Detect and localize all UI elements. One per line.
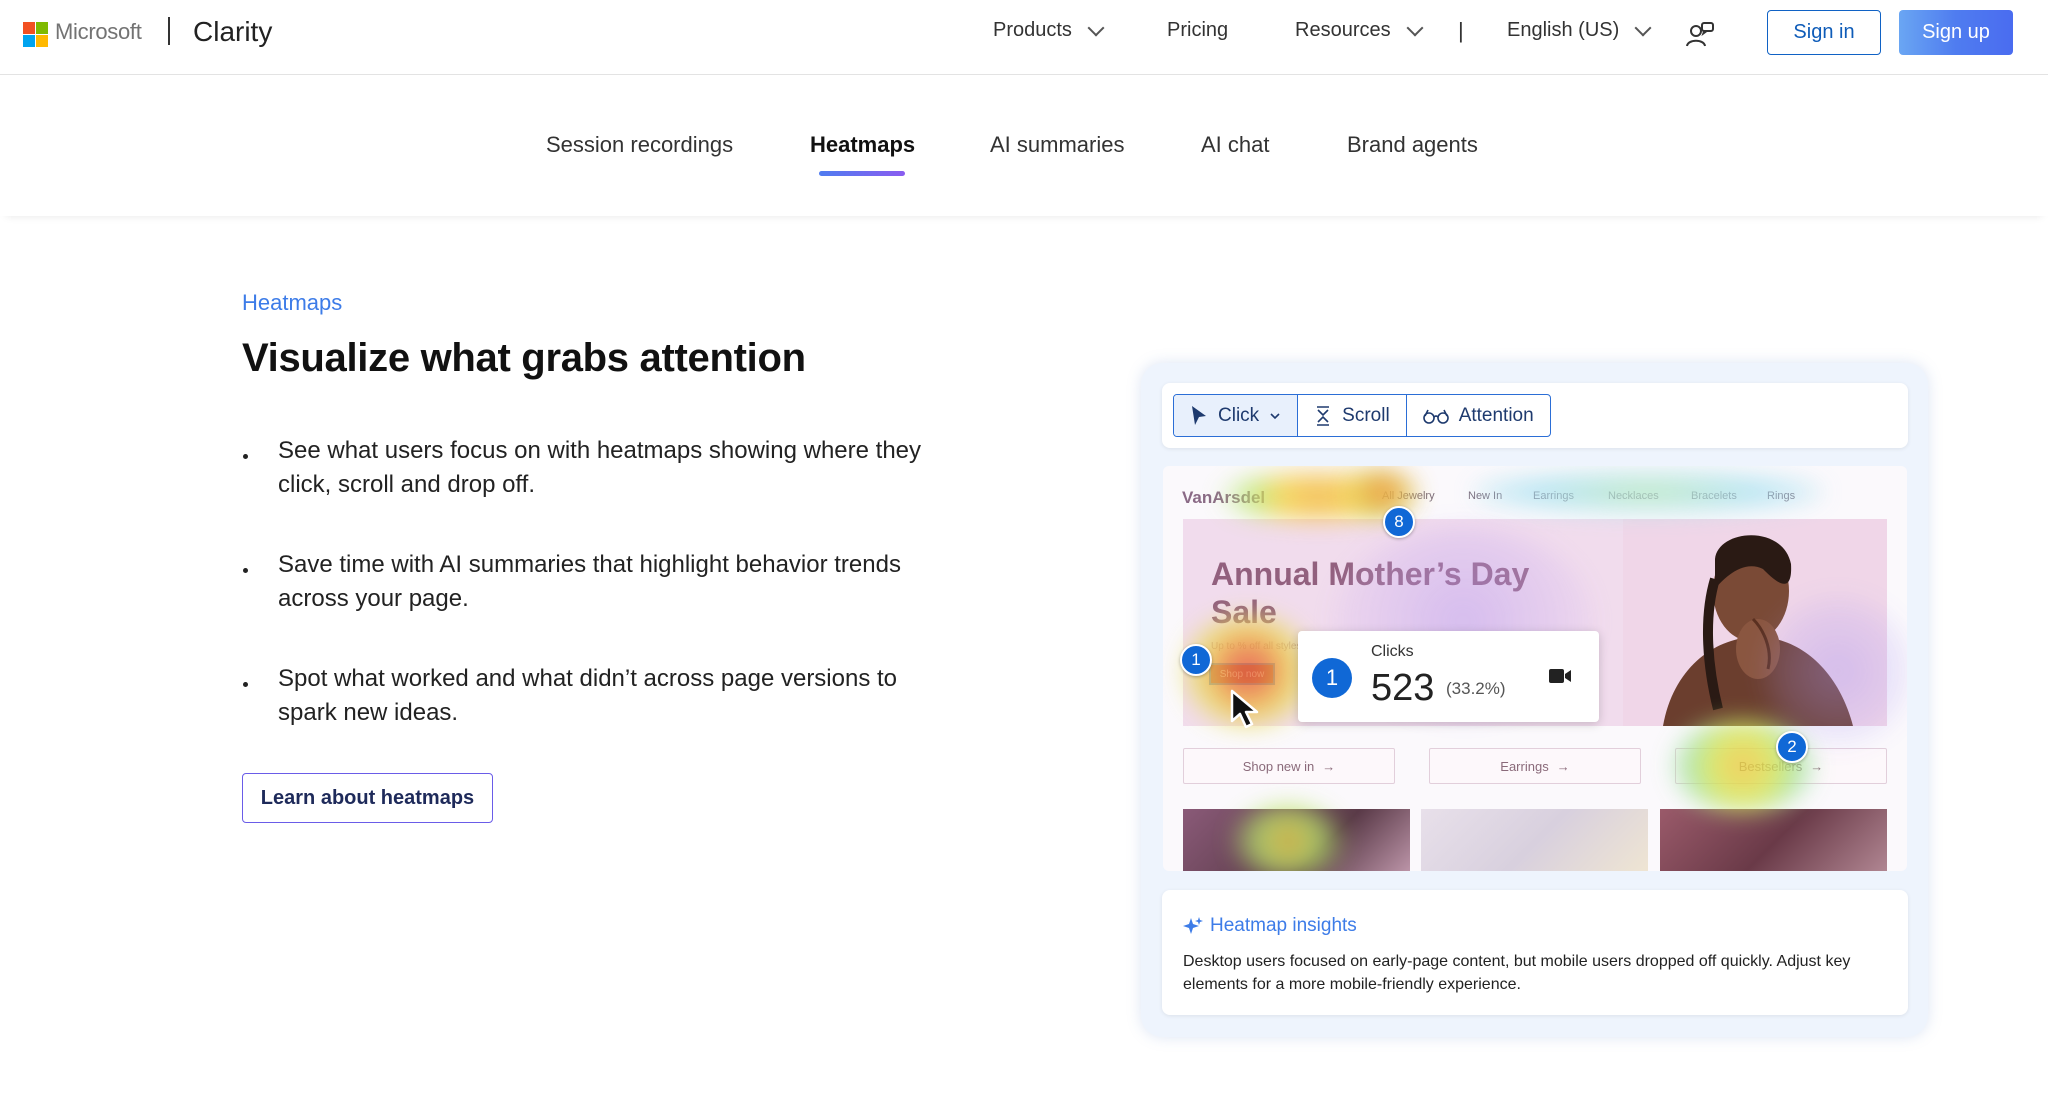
product-thumbnail bbox=[1421, 809, 1648, 871]
tab-ai-summaries[interactable]: AI summaries bbox=[990, 132, 1124, 158]
heatmap-type-switcher: Click Scroll Attention bbox=[1173, 394, 1551, 437]
sign-in-button[interactable]: Sign in bbox=[1767, 10, 1881, 55]
site-nav-item: New In bbox=[1468, 490, 1503, 502]
language-label: English (US) bbox=[1507, 19, 1620, 41]
hero-model-image bbox=[1623, 519, 1887, 726]
click-option-label: Click bbox=[1218, 404, 1260, 426]
clicks-percent: (33.2%) bbox=[1446, 679, 1506, 698]
click-heatmap-option[interactable]: Click bbox=[1174, 395, 1299, 436]
site-hero-title: Annual Mother’s Day Sale bbox=[1211, 556, 1530, 630]
contact-sales-icon[interactable] bbox=[1685, 20, 1715, 50]
product-thumbnail bbox=[1660, 809, 1887, 871]
active-tab-indicator bbox=[819, 171, 905, 176]
site-nav-item: Earrings bbox=[1533, 490, 1574, 502]
clarity-app-name[interactable]: Clarity bbox=[193, 16, 272, 48]
clicks-value: 523 bbox=[1371, 667, 1435, 709]
tab-session-recordings[interactable]: Session recordings bbox=[546, 132, 733, 158]
learn-about-heatmaps-button[interactable]: Learn about heatmaps bbox=[242, 773, 493, 823]
arrow-right-icon: → bbox=[1322, 758, 1336, 774]
site-header: Microsoft Clarity Products Pricing Resou… bbox=[0, 0, 2048, 75]
attention-option-label: Attention bbox=[1458, 404, 1534, 426]
chevron-down-icon bbox=[1087, 19, 1105, 36]
language-selector[interactable]: English (US) bbox=[1507, 19, 1652, 42]
site-hero-subtitle: Up to % off all styles bbox=[1211, 641, 1302, 652]
site-cta-earrings: Earrings → bbox=[1429, 748, 1641, 784]
mouse-cursor-icon bbox=[1230, 689, 1259, 729]
nav-separator: | bbox=[1458, 18, 1464, 43]
clicks-pin: 1 bbox=[1312, 658, 1352, 698]
clicks-label: Clicks bbox=[1371, 643, 1414, 660]
nav-resources-label: Resources bbox=[1295, 19, 1391, 41]
brand-divider bbox=[168, 17, 170, 45]
nav-pricing[interactable]: Pricing bbox=[1167, 19, 1228, 42]
bullet-item: Spot what worked and what didn’t across … bbox=[242, 662, 942, 730]
sparkle-icon bbox=[1183, 917, 1203, 934]
chevron-down-icon bbox=[1406, 19, 1424, 36]
chevron-down-icon bbox=[1634, 19, 1652, 36]
arrow-right-icon: → bbox=[1556, 758, 1570, 774]
product-thumbnail bbox=[1183, 809, 1410, 871]
scroll-icon bbox=[1317, 405, 1330, 426]
sign-up-button[interactable]: Sign up bbox=[1899, 10, 2013, 55]
video-camera-icon[interactable] bbox=[1548, 667, 1572, 685]
nav-products-label: Products bbox=[993, 19, 1072, 41]
microsoft-logo-icon[interactable] bbox=[23, 22, 48, 47]
site-nav-item: Rings bbox=[1767, 490, 1796, 502]
site-cta-label: Earrings bbox=[1500, 758, 1549, 774]
scroll-heatmap-option[interactable]: Scroll bbox=[1298, 395, 1407, 436]
arrow-right-icon: → bbox=[1810, 758, 1824, 774]
bullet-item: Save time with AI summaries that highlig… bbox=[242, 548, 942, 616]
tab-brand-agents[interactable]: Brand agents bbox=[1347, 132, 1478, 158]
insights-text: Desktop users focused on early-page cont… bbox=[1183, 953, 1851, 993]
bullet-item: See what users focus on with heatmaps sh… bbox=[242, 434, 942, 502]
section-eyebrow: Heatmaps bbox=[242, 290, 343, 315]
site-cta-shop-new-in: Shop new in → bbox=[1183, 748, 1395, 784]
chevron-down-icon bbox=[1270, 412, 1280, 419]
nav-pricing-label: Pricing bbox=[1167, 19, 1229, 41]
site-nav-item: Bracelets bbox=[1691, 490, 1737, 502]
scroll-option-label: Scroll bbox=[1342, 404, 1390, 426]
section-title: Visualize what grabs attention bbox=[242, 336, 806, 380]
site-logo: VanArsdel bbox=[1182, 488, 1266, 507]
attention-heatmap-option[interactable]: Attention bbox=[1407, 395, 1550, 436]
clicks-tooltip-card: 1 Clicks 523 (33.2%) bbox=[1298, 631, 1599, 722]
site-cta-label: Shop new in bbox=[1242, 758, 1315, 774]
microsoft-brand-text[interactable]: Microsoft bbox=[55, 19, 142, 45]
heatmap-pin[interactable]: 1 bbox=[1180, 644, 1212, 676]
cursor-icon bbox=[1192, 405, 1206, 425]
tab-heatmaps[interactable]: Heatmaps bbox=[810, 132, 915, 158]
feature-bullet-list: See what users focus on with heatmaps sh… bbox=[242, 434, 942, 776]
site-nav-item: Necklaces bbox=[1608, 490, 1659, 502]
heatmap-insights-card: Heatmap insights Desktop users focused o… bbox=[1162, 890, 1908, 1015]
glasses-icon bbox=[1422, 409, 1449, 424]
insights-title: Heatmap insights bbox=[1210, 915, 1357, 936]
nav-products[interactable]: Products bbox=[993, 19, 1105, 42]
heatmap-pin[interactable]: 8 bbox=[1383, 506, 1415, 538]
nav-resources[interactable]: Resources bbox=[1295, 19, 1424, 42]
tab-ai-chat[interactable]: AI chat bbox=[1201, 132, 1269, 158]
site-shop-now-button: Shop now bbox=[1209, 663, 1275, 685]
heatmap-pin[interactable]: 2 bbox=[1776, 731, 1808, 763]
feature-tabs: Session recordings Heatmaps AI summaries… bbox=[0, 75, 2048, 216]
site-nav-item: All Jewelry bbox=[1382, 490, 1435, 502]
